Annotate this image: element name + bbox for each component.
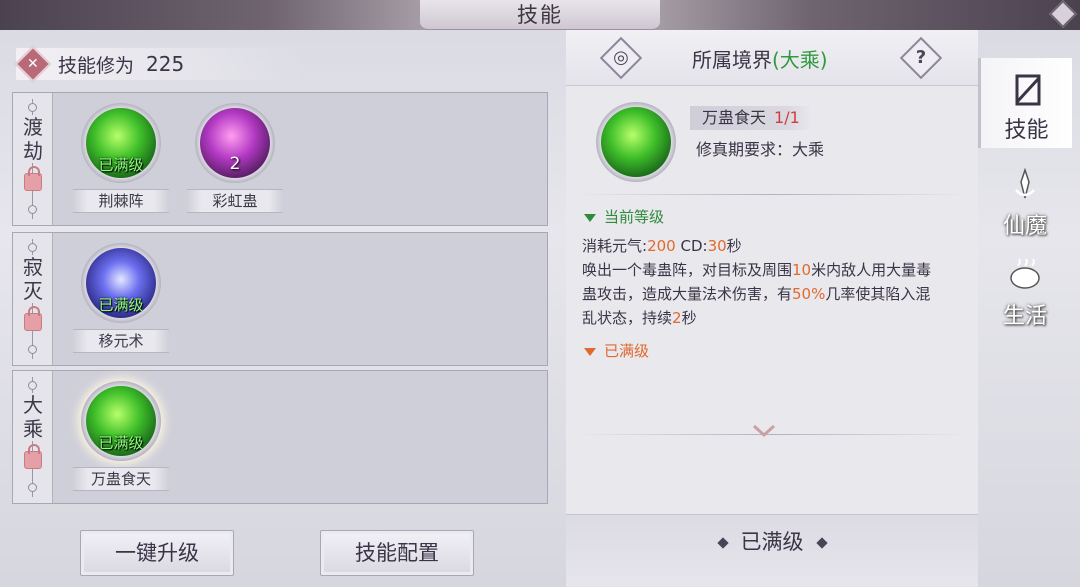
- current-level-header[interactable]: 当前等级: [584, 206, 664, 227]
- side-tabs: 技能 仙魔 生活: [978, 58, 1072, 538]
- skill-icon: 已满级: [81, 243, 161, 323]
- skill-icon: 已满级: [81, 381, 161, 461]
- realm-emblem-icon[interactable]: ◎: [599, 36, 643, 80]
- skill-status: 已满级: [98, 156, 144, 174]
- realm-title: 所属境界(大乘): [692, 44, 828, 73]
- tab-label: 生活: [1002, 304, 1047, 329]
- realm-row-dacheng: 大乘 已满级 万蛊食天: [12, 370, 548, 504]
- skill-slot-wangushitian[interactable]: 已满级 万蛊食天: [71, 375, 171, 495]
- cultivation-value: 225: [146, 52, 185, 76]
- lock-icon: [24, 166, 42, 191]
- detail-footer: 已满级: [566, 514, 978, 587]
- triangle-down-icon: [584, 213, 596, 222]
- skill-label: 万蛊食天: [73, 467, 169, 491]
- tab-life[interactable]: 生活: [978, 244, 1072, 334]
- skill-label: 荆棘阵: [73, 189, 169, 213]
- skill-name-plate: 万蛊食天 1/1: [690, 106, 812, 130]
- cultivation-label: 技能修为: [58, 54, 135, 77]
- skill-status: 已满级: [98, 296, 144, 314]
- footer-status: 已满级: [740, 530, 804, 554]
- desc-highlight: 2: [672, 309, 682, 327]
- tab-label: 仙魔: [1002, 214, 1047, 239]
- tab-label: 技能: [1004, 118, 1049, 143]
- skill-slot-yiyuanshu[interactable]: 已满级 移元术: [71, 237, 171, 357]
- skill-label: 移元术: [73, 329, 169, 353]
- detail-header: ◎ 所属境界(大乘) ?: [566, 30, 978, 86]
- realm-row-jimie: 寂灭 已满级 移元术: [12, 232, 548, 366]
- skill-icon: 已满级: [81, 103, 161, 183]
- realm-tag: 渡劫: [13, 93, 53, 225]
- diamond-bullet-icon: [716, 537, 729, 549]
- triangle-down-icon: [584, 347, 596, 356]
- desc-highlight: 200: [647, 237, 676, 255]
- upgrade-all-button[interactable]: 一键升级: [80, 530, 234, 576]
- desc-text: CD:: [675, 237, 708, 255]
- tab-xianmo[interactable]: 仙魔: [978, 154, 1072, 244]
- skill-config-button[interactable]: 技能配置: [320, 530, 474, 576]
- desc-text: 唤出一个毒蛊阵，对目标及周围: [582, 261, 793, 279]
- cultivation-bar: ✕ 技能修为 225: [14, 45, 306, 83]
- requirement-text: 修真期要求：大乘: [696, 140, 825, 159]
- pot-icon: [1010, 258, 1040, 289]
- realm-row-dujie: 渡劫 已满级 荆棘阵 2 彩虹蛊: [12, 92, 548, 226]
- skill-icon: 2: [195, 103, 275, 183]
- cultivation-icon: ✕: [14, 45, 52, 83]
- desc-text: 秒: [681, 309, 697, 327]
- next-level-label: 已满级: [604, 342, 650, 360]
- realm-name: 大乘: [19, 393, 47, 441]
- skill-description: 消耗元气:200 CD:30秒 唤出一个毒蛊阵，对目标及周围10米内敌人用大量毒…: [582, 234, 942, 330]
- skill-tree-panel: ✕ 技能修为 225 渡劫 已满级 荆棘阵 2 彩虹蛊 寂灭 已满级 移元术 大…: [10, 42, 552, 508]
- skill-slot-caihonggu[interactable]: 2 彩虹蛊: [185, 97, 285, 217]
- selected-skill-icon: [596, 102, 676, 182]
- desc-highlight: 50%: [792, 285, 826, 303]
- realm-name: 渡劫: [19, 115, 47, 163]
- desc-text: 消耗元气:: [582, 237, 648, 255]
- sword-icon: [1015, 168, 1035, 199]
- lock-icon: [24, 306, 42, 331]
- diamond-bullet-icon: [815, 537, 828, 549]
- skill-slot-jingjizhen[interactable]: 已满级 荆棘阵: [71, 97, 171, 217]
- chevron-down-icon[interactable]: [752, 424, 776, 438]
- tab-skills[interactable]: 技能: [978, 58, 1072, 148]
- skill-name: 万蛊食天: [702, 108, 767, 127]
- divider: [576, 194, 968, 195]
- skill-level-badge: 1/1: [774, 108, 800, 127]
- desc-highlight: 30: [707, 237, 727, 255]
- skill-detail-panel: ◎ 所属境界(大乘) ? 万蛊食天 1/1 修真期要求：大乘 当前等级 消耗元气:…: [566, 30, 978, 587]
- lock-icon: [24, 444, 42, 469]
- realm-title-value: (大乘): [772, 48, 828, 72]
- next-level-header[interactable]: 已满级: [584, 340, 649, 361]
- desc-highlight: 10: [792, 261, 812, 279]
- realm-title-label: 所属境界: [692, 48, 772, 72]
- page-title: 技能: [420, 0, 660, 30]
- skill-level: 2: [229, 154, 241, 174]
- skill-label: 彩虹蛊: [187, 189, 283, 213]
- skill-status: 已满级: [98, 434, 144, 452]
- desc-text: 秒: [726, 237, 742, 255]
- realm-tag: 寂灭: [13, 233, 53, 365]
- current-level-label: 当前等级: [604, 208, 665, 226]
- realm-tag: 大乘: [13, 371, 53, 503]
- help-icon[interactable]: ?: [899, 36, 943, 80]
- scroll-icon: [1015, 74, 1041, 106]
- realm-name: 寂灭: [19, 255, 47, 303]
